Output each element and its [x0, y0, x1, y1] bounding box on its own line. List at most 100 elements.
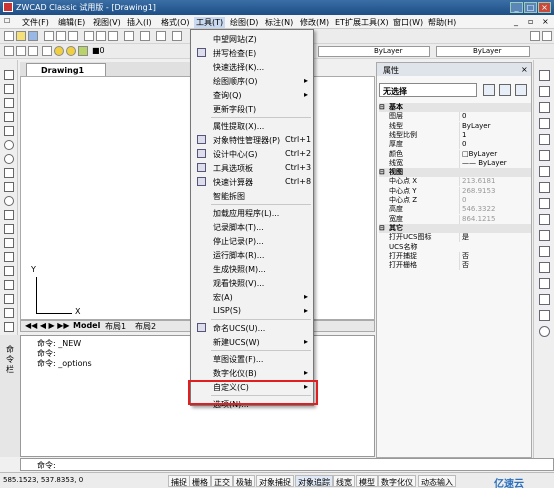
toggle-model[interactable]: 模型 [356, 475, 378, 487]
layer-thaw-icon[interactable] [66, 46, 76, 56]
menu-tools[interactable]: 工具(T) [194, 17, 226, 28]
ray-icon[interactable] [4, 84, 14, 94]
ellipse-icon[interactable] [4, 196, 14, 206]
menu-window[interactable]: 窗口(W) [393, 17, 423, 28]
join-icon[interactable] [539, 262, 550, 273]
tools-menu-item[interactable]: 命名UCS(U)... [193, 321, 312, 335]
doc-restore-button[interactable]: ▫ [528, 17, 533, 26]
collapse-icon[interactable]: ⊟ [379, 224, 385, 232]
property-row[interactable]: 中心点 Z 0 [379, 196, 531, 205]
property-row[interactable]: 中心点 X 213.6181 [379, 177, 531, 187]
property-row[interactable]: 中心点 Y 268.9153 [379, 186, 531, 196]
tools-menu-item[interactable]: 更新字段(T) [193, 102, 312, 116]
gradient-icon[interactable] [4, 280, 14, 290]
property-section[interactable]: ⊟ 基本 [379, 103, 531, 112]
chamfer-icon[interactable] [539, 278, 550, 289]
layer-prev-icon[interactable] [28, 46, 38, 56]
doc-close-button[interactable]: × [542, 17, 549, 26]
properties-close-icon[interactable]: × [521, 65, 528, 74]
property-row[interactable]: 厚度 0 [379, 140, 531, 150]
menu-format[interactable]: 格式(O) [161, 17, 190, 28]
property-row[interactable]: 宽度 864.1215 [379, 214, 531, 224]
property-row[interactable]: 线宽 —— ByLayer [379, 158, 531, 168]
property-section[interactable]: ⊟ 视图 [379, 168, 531, 178]
trim-icon[interactable] [539, 214, 550, 225]
property-row[interactable]: 打开栅格 否 [379, 261, 531, 271]
tools-menu-item[interactable]: 新建UCS(W) ▸ [193, 335, 312, 349]
property-row[interactable]: 打开捕捉 否 [379, 251, 531, 261]
ellipse-arc-icon[interactable] [4, 210, 14, 220]
tools-menu-item[interactable]: LISP(S) ▸ [193, 304, 312, 318]
tools-menu-item[interactable]: 绘图顺序(O) ▸ [193, 74, 312, 88]
paste-icon[interactable] [108, 31, 118, 41]
tab-nav-arrows[interactable]: ◀◀ ◀ ▶ ▶▶ [25, 321, 70, 330]
collapse-icon[interactable]: ⊟ [379, 168, 385, 176]
property-section[interactable]: ⊟ 其它 [379, 223, 531, 233]
property-row[interactable]: 图层 0 [379, 112, 531, 122]
tools-menu-item[interactable]: 记录脚本(T)... [193, 220, 312, 234]
pan-icon[interactable] [172, 31, 182, 41]
toggle-otrack[interactable]: 对象追踪 [295, 475, 333, 487]
tab-drawing1[interactable]: Drawing1 [26, 63, 106, 76]
preview-icon[interactable] [56, 31, 66, 41]
tab-layout1[interactable]: 布局1 [105, 321, 126, 332]
toggle-grid[interactable]: 栅格 [189, 475, 211, 487]
region-icon[interactable] [4, 294, 14, 304]
menu-app-icon[interactable]: ☐ [4, 17, 10, 25]
tools-menu-item[interactable]: 对象特性管理器(P) Ctrl+1 [193, 133, 312, 147]
rotate-icon[interactable] [539, 166, 550, 177]
tools-menu-item[interactable]: 草图设置(F)... [193, 352, 312, 366]
tab-layout2[interactable]: 布局2 [135, 321, 156, 332]
toggle-lineweight[interactable]: 线宽 [333, 475, 355, 487]
circle-icon[interactable] [4, 154, 14, 164]
stretch-icon[interactable] [539, 198, 550, 209]
linetype-select[interactable]: ByLayer [318, 46, 430, 57]
menu-modify[interactable]: 修改(M) [300, 17, 329, 28]
menu-help[interactable]: 帮助(H) [428, 17, 456, 28]
open-file-icon[interactable] [16, 31, 26, 41]
undo-icon[interactable] [140, 31, 150, 41]
new-file-icon[interactable] [4, 31, 14, 41]
menu-edit[interactable]: 编辑(E) [58, 17, 85, 28]
toggle-osnap[interactable]: 对象捕捉 [256, 475, 294, 487]
spline-icon[interactable] [4, 182, 14, 192]
layer-state-icon[interactable] [16, 46, 26, 56]
select-objects-icon[interactable] [499, 84, 511, 96]
property-row[interactable]: 颜色 □ByLayer [379, 149, 531, 159]
lineweight-select[interactable]: ByLayer [436, 46, 530, 57]
collapse-icon[interactable]: ⊟ [379, 103, 385, 111]
layer-freeze-icon[interactable] [42, 46, 52, 56]
menu-insert[interactable]: 插入(I) [127, 17, 152, 28]
erase-icon[interactable] [539, 70, 550, 81]
rectangle-icon[interactable] [4, 126, 14, 136]
offset-icon[interactable] [539, 118, 550, 129]
tools-menu-item[interactable]: 查询(Q) ▸ [193, 88, 312, 102]
move-icon[interactable] [539, 150, 550, 161]
tab-model[interactable]: Model [73, 321, 100, 330]
table-icon[interactable] [4, 308, 14, 318]
publish-icon[interactable] [68, 31, 78, 41]
extend-icon[interactable] [539, 230, 550, 241]
toggle-pickadd-icon[interactable] [483, 84, 495, 96]
polygon-icon[interactable] [4, 112, 14, 122]
toggle-dynamic-input[interactable]: 动态输入 [418, 475, 456, 487]
color-swatch[interactable]: ■0 [92, 46, 105, 55]
command-input[interactable]: 命令: [20, 458, 554, 471]
property-row[interactable]: UCS名称 [379, 243, 531, 252]
mirror-icon[interactable] [539, 102, 550, 113]
tools-menu-item[interactable]: 中望网站(Z) [193, 32, 312, 46]
property-row[interactable]: 打开UCS图标 是 [379, 233, 531, 243]
menu-et-tools[interactable]: ET扩展工具(X) [335, 17, 389, 28]
doc-minimize-button[interactable]: _ [514, 17, 518, 26]
polyline-icon[interactable] [4, 98, 14, 108]
layer-props-icon[interactable] [4, 46, 14, 56]
point-icon[interactable] [4, 252, 14, 262]
revcloud-icon[interactable] [4, 168, 14, 178]
explode-icon[interactable] [539, 310, 550, 321]
toggle-ortho[interactable]: 正交 [211, 475, 233, 487]
tools-menu-item[interactable]: 宏(A) ▸ [193, 290, 312, 304]
save-file-icon[interactable] [28, 31, 38, 41]
cut-icon[interactable] [84, 31, 94, 41]
menu-file[interactable]: 文件(F) [22, 17, 49, 28]
toggle-snap[interactable]: 捕捉 [168, 475, 190, 487]
